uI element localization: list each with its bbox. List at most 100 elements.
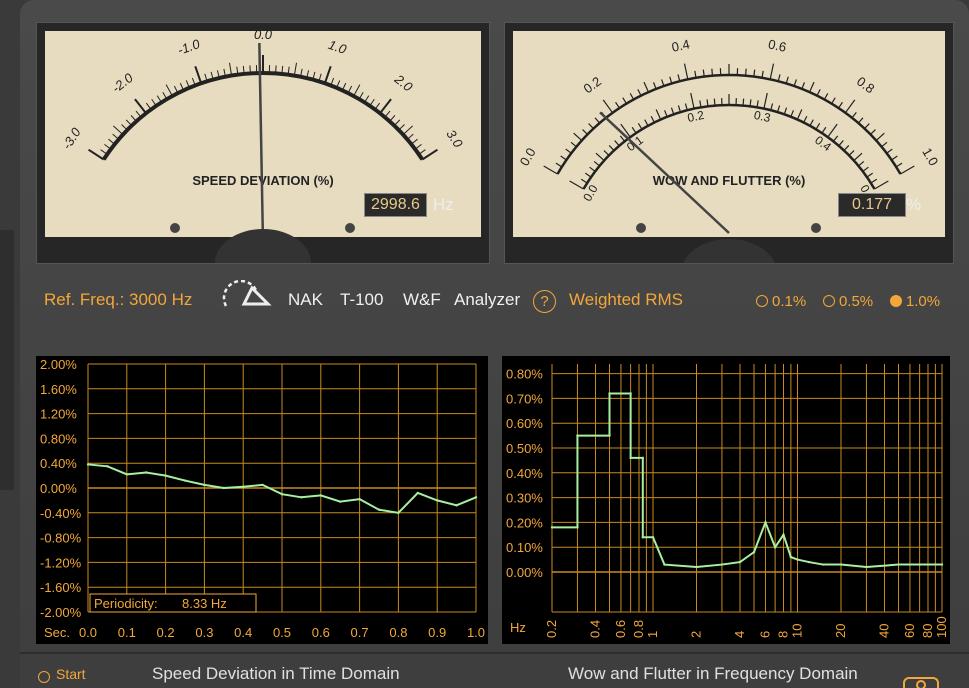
flutter-point	[918, 563, 921, 566]
speed-point	[474, 496, 478, 499]
y-tick-label: 0.60%	[506, 416, 543, 431]
y-tick-label: 0.30%	[506, 491, 543, 506]
weighted-rms-label[interactable]: Weighted RMS	[569, 290, 683, 310]
y-tick-label: 0.80%	[40, 431, 77, 446]
wf-button[interactable]: W&F	[403, 290, 441, 310]
x-tick-label: 1	[645, 631, 660, 638]
x-tick-label: 0.4	[587, 620, 602, 638]
range-option-0.5[interactable]: 0.5%	[822, 293, 873, 310]
flutter-trace	[552, 392, 942, 569]
speed-point	[455, 504, 458, 507]
y-tick-label: 0.50%	[506, 441, 543, 456]
speed-point	[86, 463, 90, 466]
meter-scale-label: 0.0	[254, 27, 273, 42]
flutter-point	[629, 392, 632, 395]
speed-point	[222, 486, 225, 490]
range-label-0.1: 0.1%	[772, 292, 807, 310]
meter-tick	[275, 65, 277, 74]
speed-deviation-meter: -3.0 -2.0 -1.0 0.0 1.0 2.0 3.0 SPEED DEVIATION …	[36, 22, 490, 264]
y-tick-label: -0.80%	[40, 531, 82, 546]
y-tick-label: 0.40%	[40, 456, 77, 471]
flutter-point	[550, 526, 554, 529]
x-tick-label: 80	[920, 624, 935, 638]
y-tick-label: 0.90%	[506, 356, 543, 357]
time-caption: Speed Deviation in Time Domain	[152, 664, 400, 683]
flutter-point	[720, 563, 724, 566]
wow-unit: %	[906, 195, 922, 214]
y-tick-label: 1.60%	[40, 382, 77, 397]
flutter-point	[940, 563, 944, 566]
y-tick-label: 0.70%	[506, 391, 543, 406]
inner-tick	[713, 98, 716, 106]
speed-point	[416, 491, 419, 495]
flutter-point	[839, 563, 843, 566]
speed-readout: 2998.6	[364, 193, 427, 217]
x-tick-label: 20	[833, 624, 848, 638]
x-tick-label: 0.9	[428, 625, 446, 640]
flutter-point	[641, 536, 645, 539]
speed-point	[339, 500, 342, 503]
start-label: Start	[56, 666, 86, 682]
speed-point	[125, 473, 128, 476]
wow-readout: 0.177	[838, 193, 906, 217]
x-tick-label: 2	[688, 631, 703, 638]
y-tick-label: 2.00%	[40, 357, 77, 372]
speed-point	[261, 483, 264, 487]
t100-button[interactable]: T-100	[340, 290, 383, 310]
y-tick-label: 0.80%	[506, 367, 543, 382]
ref-freq-label[interactable]: Ref. Freq.: 3000 Hz	[44, 290, 192, 310]
wow-meter-face: 0.00.20.40.60.81.00.00.10.20.30.40.5WOW …	[513, 31, 945, 263]
radio-1.0-icon	[889, 295, 902, 307]
speed-point	[106, 465, 109, 468]
inner-tick	[742, 98, 745, 106]
x-tick-label: 0.8	[389, 625, 407, 640]
radio-0.5-icon	[822, 295, 835, 307]
analyzer-button[interactable]: Analyzer	[454, 290, 520, 310]
nak-button[interactable]: NAK	[288, 290, 323, 310]
meter-screw	[170, 223, 180, 233]
x-axis-prefix: Sec.	[44, 625, 70, 640]
x-tick-label: 1.0	[467, 625, 485, 640]
speed-unit: Hz	[433, 195, 454, 214]
radio-0.1-icon	[756, 295, 768, 307]
speed-point	[300, 496, 303, 499]
meter-screw	[636, 223, 646, 233]
y-tick-label: -1.60%	[40, 580, 82, 595]
periodicity-value: 8.33 Hz	[182, 596, 227, 611]
wow-flutter-meter: 0.00.20.40.60.81.00.00.10.20.30.40.5WOW …	[504, 22, 954, 264]
speed-point	[280, 493, 284, 496]
speed-point	[436, 499, 439, 502]
y-tick-label: 0.20%	[506, 515, 543, 530]
range-option-1.0[interactable]: 1.0%	[889, 293, 940, 310]
tape-threading-icon[interactable]	[222, 280, 280, 310]
speed-point	[242, 485, 245, 488]
flutter-point	[641, 456, 645, 460]
y-tick-label: 0.40%	[506, 466, 543, 481]
flutter-point	[764, 521, 767, 524]
x-tick-label: 0.3	[195, 625, 213, 640]
flutter-point	[821, 563, 825, 566]
flutter-point	[796, 558, 799, 561]
x-tick-label: 0.8	[631, 620, 646, 638]
camera-icon[interactable]	[902, 672, 942, 688]
time-domain-panel: 2.00% 1.60% 1.20% 0.80% 0.40% 0.00% -0.40% -0.8…	[36, 356, 488, 644]
freq-domain-chart: 1.00%0.90%0.80%0.70%0.60%0.50%0.40%0.30%…	[506, 317, 949, 638]
flutter-point	[663, 563, 666, 566]
flutter-point	[807, 560, 811, 564]
x-tick-label: 0.7	[351, 625, 369, 640]
speed-point	[319, 494, 322, 497]
y-tick-label: 0.00%	[506, 565, 543, 580]
range-option-0.1[interactable]: 0.1%	[756, 293, 806, 310]
flutter-point	[865, 565, 868, 569]
flutter-point	[576, 434, 579, 437]
flutter-point	[752, 550, 756, 554]
y-tick-label: -0.40%	[40, 506, 82, 521]
help-icon[interactable]: ?	[533, 290, 556, 313]
start-button[interactable]: Start	[38, 666, 86, 683]
speed-point	[358, 497, 361, 501]
y-tick-label: 0.10%	[506, 540, 543, 555]
x-tick-label: 40	[876, 624, 891, 638]
outer-tick	[711, 68, 714, 76]
x-tick-label: 60	[902, 624, 917, 638]
left-edge	[0, 230, 14, 490]
